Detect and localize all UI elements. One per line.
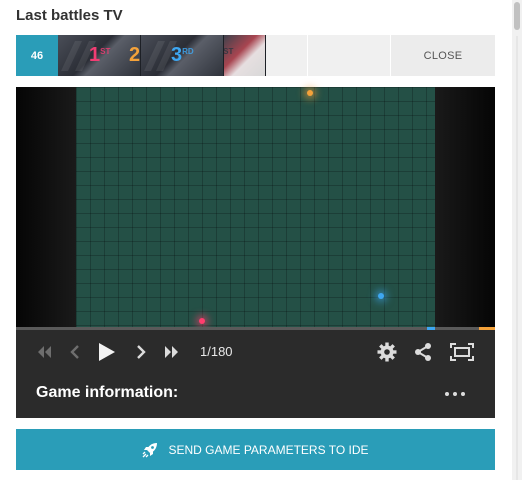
player-side-shade	[435, 87, 495, 327]
battle-place: 1ST	[89, 45, 110, 65]
rewind-to-start-icon[interactable]	[34, 330, 54, 374]
game-information-title: Game information:	[36, 384, 179, 401]
gear-icon[interactable]	[376, 330, 398, 374]
more-options-icon[interactable]	[445, 392, 465, 396]
place-suffix: RD	[182, 47, 194, 56]
battle-thumbnail-1[interactable]: 1ST 2	[58, 35, 141, 76]
battle-place: 2	[129, 45, 140, 65]
battle-count-badge[interactable]: 46	[16, 35, 58, 76]
step-forward-icon[interactable]	[132, 330, 150, 374]
fast-forward-icon[interactable]	[162, 330, 182, 374]
send-parameters-label: SEND GAME PARAMETERS TO IDE	[168, 442, 369, 457]
replay-player: 1/180 Game information:	[16, 87, 495, 418]
play-icon[interactable]	[96, 330, 118, 374]
orange-player-marker	[307, 90, 313, 96]
player-controls: 1/180	[16, 330, 495, 374]
page-title: Last battles TV	[16, 7, 123, 24]
blue-player-marker	[378, 293, 384, 299]
empty-battle-slot	[308, 35, 391, 76]
battle-place: 3RD	[171, 45, 194, 65]
scrollbar[interactable]	[512, 0, 522, 480]
rocket-icon	[143, 442, 158, 457]
battle-thumbnail-2[interactable]: 3RD	[141, 35, 224, 76]
send-parameters-button[interactable]: SEND GAME PARAMETERS TO IDE	[16, 429, 495, 470]
scrollbar-track	[516, 36, 518, 480]
red-player-marker	[199, 318, 205, 324]
place-suffix: ST	[224, 47, 234, 56]
battle-place: 1ST	[224, 45, 233, 65]
close-button[interactable]: CLOSE	[391, 35, 495, 76]
place-number: 1	[89, 44, 101, 66]
step-back-icon[interactable]	[66, 330, 84, 374]
game-information-panel: Game information:	[16, 374, 495, 418]
battles-bar: 46 1ST 2 3RD 1ST CLOSE	[16, 35, 495, 76]
game-arena[interactable]	[76, 87, 435, 327]
scrollbar-thumb[interactable]	[514, 2, 520, 30]
share-icon[interactable]	[413, 330, 433, 374]
place-number: 2	[129, 44, 141, 66]
empty-battle-slot	[266, 35, 308, 76]
place-suffix: ST	[100, 47, 111, 56]
place-number: 3	[171, 44, 183, 66]
frame-counter: 1/180	[200, 344, 233, 359]
fullscreen-icon[interactable]	[449, 330, 475, 374]
battle-thumbnail-3[interactable]: 1ST	[224, 35, 266, 76]
player-side-shade	[16, 87, 76, 327]
